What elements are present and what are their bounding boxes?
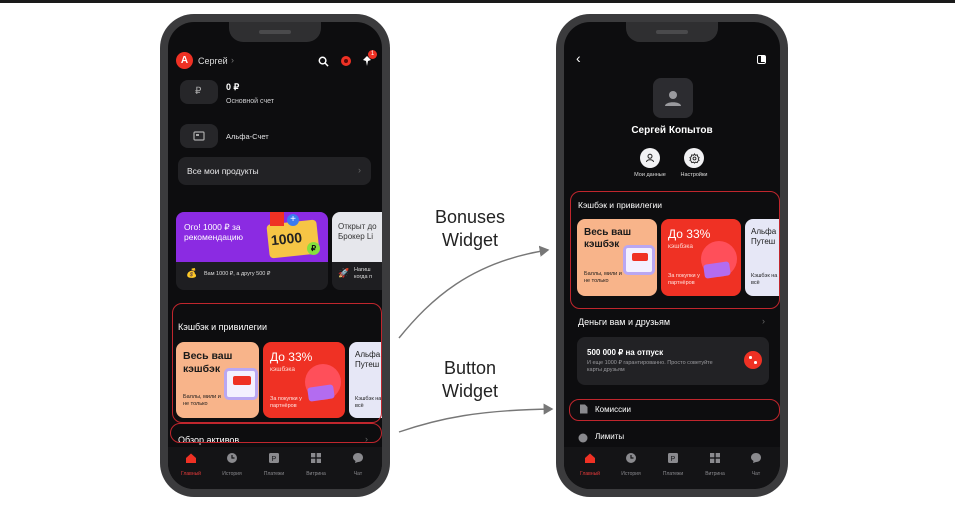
button-arrow	[398, 403, 554, 433]
notch	[229, 22, 321, 42]
bonuses-arrow	[398, 245, 550, 339]
bonuses-widget-caption: Bonuses Widget	[434, 207, 506, 250]
button-widget-caption: Button Widget	[441, 358, 499, 401]
annotation-arrows	[398, 245, 554, 433]
notch	[626, 22, 718, 42]
